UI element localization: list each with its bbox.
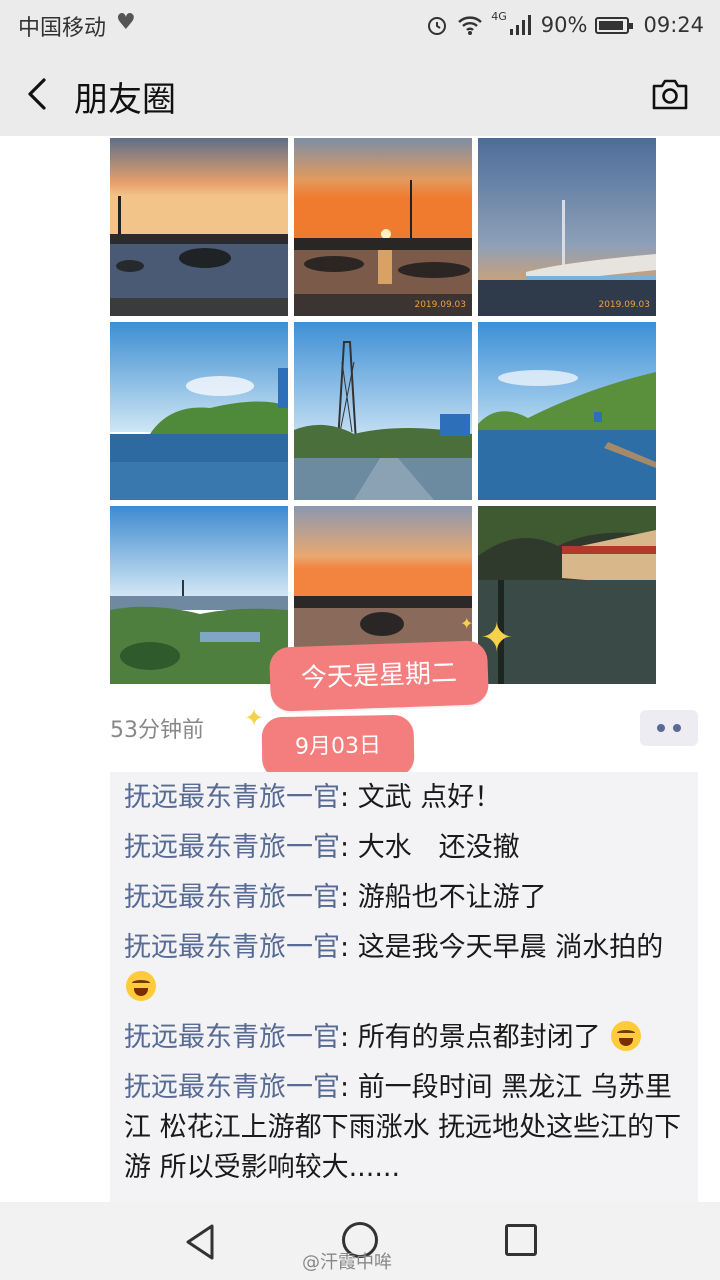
photo-date-stamp: 2019.09.03 [414,300,466,310]
status-bar: 中国移动 ♥ 4G 90% 09:24 [0,0,720,52]
comment-author[interactable]: 抚远最东青旅一官 [124,1072,340,1103]
date-sticker: 9月03日 [261,714,415,780]
battery-icon [595,16,634,34]
comments-panel: 抚远最东青旅一官: 文武 点好！ 抚远最东青旅一官: 大水 还没撤 抚远最东青旅… [110,772,698,1202]
crying-emoji-icon [611,1021,642,1051]
comment-author[interactable]: 抚远最东青旅一官 [124,832,340,863]
alarm-icon [428,17,447,35]
dot-icon [673,724,681,732]
photo-date-stamp: 2019.09.03 [598,300,650,310]
comment-author[interactable]: 抚远最东青旅一官 [124,782,340,813]
photo-thumbnail[interactable]: 2019.09.03 [478,138,656,316]
photo-grid: 2019.09.03 2019.09.03 [110,138,656,684]
wifi-icon [458,16,483,35]
comment-item[interactable]: 抚远最东青旅一官: 这是我今天早晨 淌水拍的 [124,928,684,1008]
comment-text: 文武 点好！ [357,782,502,813]
sparkle-icon: ✦ [244,704,265,732]
page-title: 朋友圈 [74,80,176,120]
comment-author[interactable]: 抚远最东青旅一官 [124,1022,340,1053]
day-sticker: 今天是星期二 [268,640,490,712]
comment-item[interactable]: 抚远最东青旅一官: 大水 还没撤 [124,828,684,868]
photo-thumbnail[interactable]: 2019.09.03 [294,138,472,316]
comment-text: 大水 还没撤 [357,832,520,863]
nav-bar: 朋友圈 [0,52,720,136]
photo-thumbnail[interactable] [294,322,472,500]
comment-text: 游船也不让游了 [357,882,547,913]
back-arrow-icon[interactable] [18,70,58,118]
clock: 09:24 [643,13,704,37]
signal-icon [509,15,531,35]
dot-icon [657,724,665,732]
more-actions-button[interactable] [640,710,698,746]
comment-item[interactable]: 抚远最东青旅一官: 前一段时间 黑龙江 乌苏里江 松花江上游都下雨涨水 抚远地处… [124,1068,684,1188]
network-type: 4G [491,10,507,23]
weibo-watermark: @汗霞中哞 [302,1252,392,1273]
photo-thumbnail[interactable] [110,506,288,684]
comment-text: 所有的景点都封闭了 [357,1022,601,1053]
comment-author[interactable]: 抚远最东青旅一官 [124,882,340,913]
comment-item[interactable]: 抚远最东青旅一官: 所有的景点都封闭了 [124,1018,684,1058]
heart-pulse-icon: ♥ [116,10,136,35]
comment-author[interactable]: 抚远最东青旅一官 [124,932,340,963]
crying-emoji-icon [126,971,156,1001]
photo-thumbnail[interactable] [478,322,656,500]
comment-item[interactable]: 抚远最东青旅一官: 游船也不让游了 [124,878,684,918]
nav-recents-icon[interactable] [505,1224,537,1256]
battery-level [599,20,623,30]
nav-back-icon[interactable] [182,1222,222,1262]
battery-percent: 90% [540,13,588,37]
post-timestamp: 53分钟前 [110,718,204,743]
photo-thumbnail[interactable] [110,322,288,500]
camera-icon[interactable] [650,76,690,112]
photo-thumbnail[interactable] [110,138,288,316]
status-indicators: 4G 90% 09:24 [425,10,704,40]
sparkle-icon: ✦ [460,614,474,633]
comment-text: 这是我今天早晨 淌水拍的 [357,932,664,963]
comment-item[interactable]: 抚远最东青旅一官: 文武 点好！ [124,778,684,818]
carrier-name: 中国移动 [18,16,107,41]
